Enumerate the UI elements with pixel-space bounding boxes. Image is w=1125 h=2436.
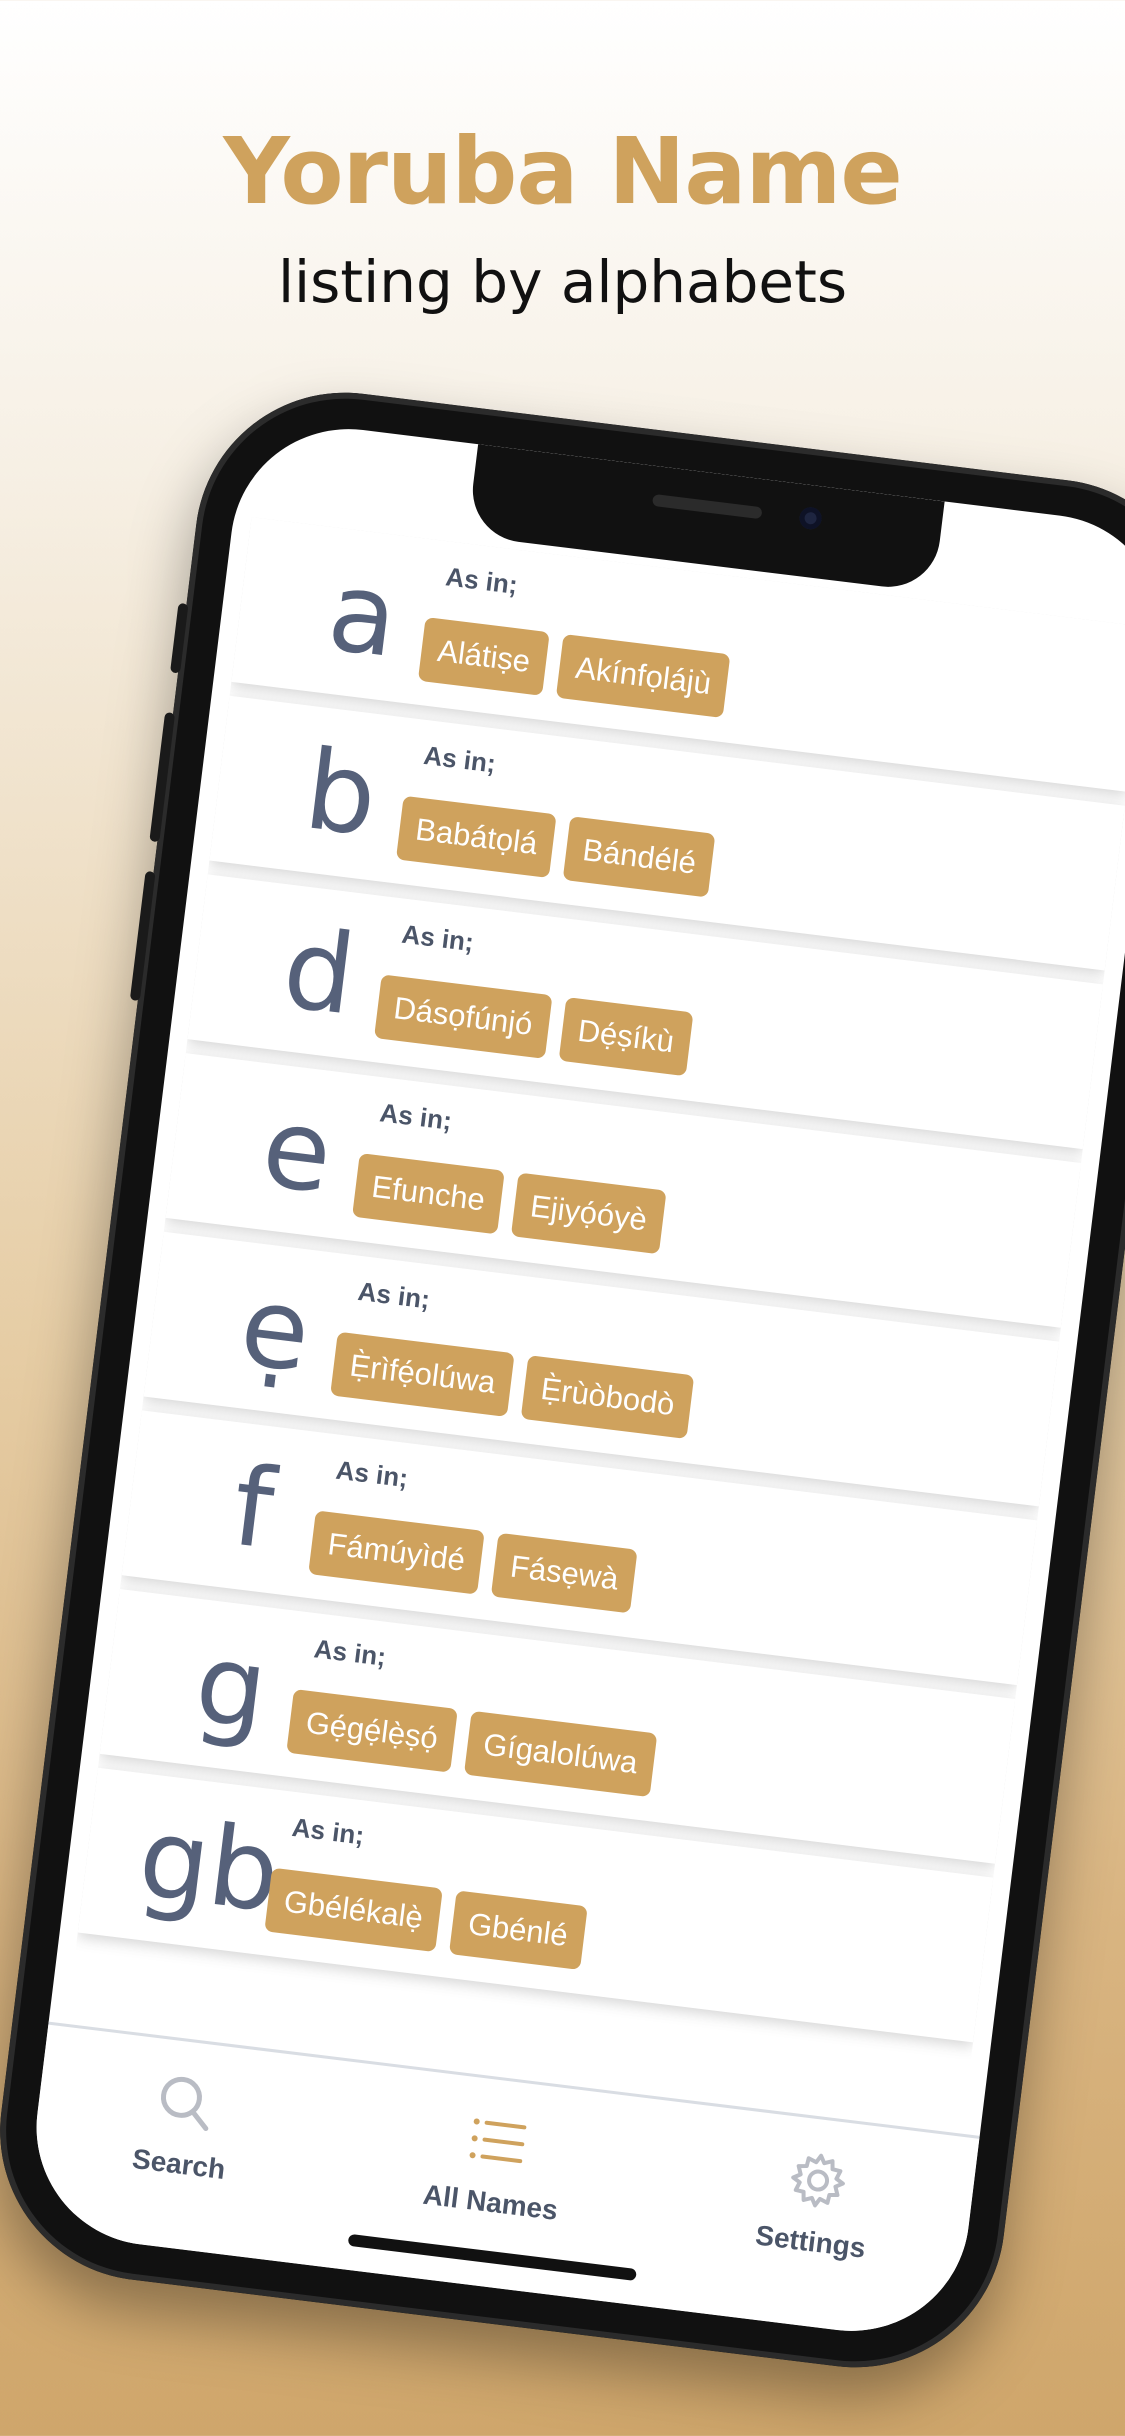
name-tag[interactable]: Fásẹwà (490, 1532, 638, 1614)
search-icon (151, 2068, 221, 2142)
phone-mockup: a As in; Alátiṣe Akínfọlájù b As in; Bab… (0, 375, 1125, 2385)
alphabet-list[interactable]: a As in; Alátiṣe Akínfọlájù b As in; Bab… (67, 517, 1125, 2134)
gear-icon (783, 2146, 853, 2220)
name-tag[interactable]: Akínfọlájù (555, 634, 731, 719)
hero-title: Yoruba Name (223, 118, 903, 225)
tab-search[interactable]: Search (130, 2067, 236, 2187)
tab-label-search: Search (130, 2142, 228, 2186)
name-tag[interactable]: Dẹ́ṣíkù (558, 997, 694, 1077)
front-camera (798, 505, 823, 531)
list-icon (463, 2107, 533, 2181)
name-tag[interactable]: Bándélé (563, 816, 716, 898)
name-tag[interactable]: Ẹ̀rùòbodò (521, 1355, 695, 1439)
tab-label-settings: Settings (753, 2219, 868, 2264)
speaker (651, 493, 763, 520)
name-tag[interactable]: Gígalolúwa (463, 1710, 658, 1798)
hero-subtitle: listing by alphabets (277, 248, 848, 316)
tab-label-all-names: All Names (421, 2178, 560, 2226)
tab-all-names[interactable]: All Names (421, 2102, 569, 2227)
name-tag[interactable]: Gbénlé (448, 1890, 588, 1970)
tab-settings[interactable]: Settings (754, 2143, 877, 2265)
name-tag[interactable]: Ejiyọ́óyè (510, 1172, 667, 1255)
